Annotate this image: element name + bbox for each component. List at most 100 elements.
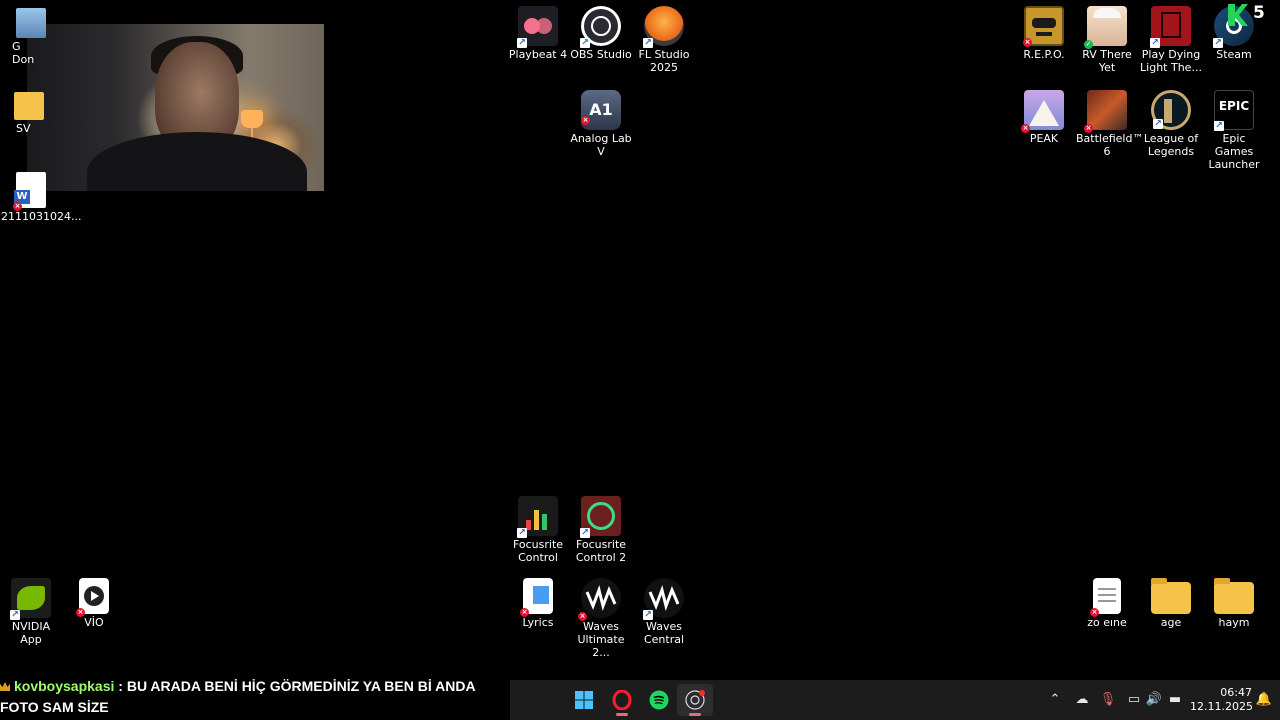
taskbar-app-obs[interactable] bbox=[677, 684, 713, 716]
desktop-icon-nvidia-app[interactable]: ↗ NVIDIA App bbox=[0, 574, 63, 646]
crown-icon bbox=[0, 682, 10, 691]
shortcut-arrow-icon: ↗ bbox=[580, 38, 590, 48]
word-document-icon: W × bbox=[13, 172, 46, 211]
shortcut-arrow-icon: ↗ bbox=[1213, 38, 1223, 48]
desktop-icon-label: Waves Ultimate 2... bbox=[577, 620, 625, 659]
battery-icon[interactable]: ▬ bbox=[1165, 690, 1185, 710]
league-of-legends-icon: ↗ bbox=[1151, 90, 1191, 130]
playbeat-icon: ↗ bbox=[517, 6, 558, 48]
chat-separator: : bbox=[114, 678, 127, 694]
battlefield-icon: × bbox=[1084, 90, 1127, 133]
stream-chat-overlay: kovboysapkasi : BU ARADA BENİ HİÇ GÖRMED… bbox=[0, 676, 508, 718]
desktop-icon-lyrics[interactable]: × Lyrics bbox=[506, 574, 570, 629]
desktop-icon-recycle-bin[interactable]: G Don bbox=[0, 4, 64, 66]
waves-icon: × bbox=[578, 578, 621, 621]
desktop-icon-fl-studio[interactable]: ↗ FL Studio 2025 bbox=[632, 2, 696, 74]
desktop-icon-focusrite-control-2[interactable]: ↗ Focusrite Control 2 bbox=[569, 492, 633, 564]
show-hidden-icons-chevron-up-icon[interactable]: ⌃ bbox=[1045, 690, 1065, 710]
desktop-icon-label: Battlefield™ 6 bbox=[1076, 132, 1144, 158]
viewer-count: 5 bbox=[1253, 3, 1265, 23]
desktop-icon-folder-age[interactable]: age bbox=[1139, 574, 1203, 629]
sync-error-icon: × bbox=[1084, 124, 1093, 133]
desktop-icon-sv[interactable]: SV bbox=[0, 88, 64, 135]
opera-icon bbox=[612, 690, 632, 710]
desktop-icon-label: SV bbox=[16, 122, 31, 135]
volume-icon[interactable]: 🔊 bbox=[1144, 690, 1164, 710]
fl-studio-icon: ↗ bbox=[643, 6, 684, 48]
desktop-icon-waves-ultimate[interactable]: × Waves Ultimate 2... bbox=[569, 574, 633, 659]
folder-icon bbox=[1151, 578, 1191, 614]
desktop-icon-label: age bbox=[1160, 616, 1182, 629]
shortcut-arrow-icon: ↗ bbox=[517, 528, 527, 538]
synced-check-icon: ✓ bbox=[1084, 40, 1093, 49]
desktop-icon-label: 2111031024... bbox=[1, 210, 82, 223]
taskbar-app-spotify[interactable] bbox=[641, 684, 677, 716]
desktop-icon-folder-haym[interactable]: haym bbox=[1202, 574, 1266, 629]
desktop-icon-league-of-legends[interactable]: ↗ League of Legends bbox=[1139, 86, 1203, 158]
running-indicator bbox=[689, 713, 701, 716]
sync-error-icon: × bbox=[76, 608, 85, 617]
sync-error-icon: × bbox=[13, 202, 22, 211]
shortcut-arrow-icon: ↗ bbox=[1214, 121, 1224, 131]
sync-error-icon: × bbox=[578, 612, 587, 621]
desktop-icon-label: Steam bbox=[1216, 48, 1252, 61]
desktop-icon-peak[interactable]: × PEAK bbox=[1012, 86, 1076, 145]
desktop-icon-battlefield[interactable]: × Battlefield™ 6 bbox=[1075, 86, 1144, 158]
microphone-icon[interactable]: 🎙 bbox=[1098, 690, 1118, 710]
recycle-bin-icon bbox=[16, 8, 46, 38]
desktop-icon-focusrite-control[interactable]: ↗ Focusrite Control bbox=[506, 492, 570, 564]
desktop-icon-label: PEAK bbox=[1029, 132, 1059, 145]
nvidia-icon: ↗ bbox=[10, 578, 51, 620]
desktop-icon-analog-lab[interactable]: A1 × Analog Lab V bbox=[569, 86, 633, 158]
word-document-icon: × bbox=[520, 578, 553, 617]
desktop-icon-zo-eine[interactable]: × zo eıne bbox=[1075, 574, 1139, 629]
shortcut-arrow-icon: ↗ bbox=[580, 528, 590, 538]
desktop-icon-label: OBS Studio bbox=[570, 48, 632, 61]
shortcut-arrow-icon: ↗ bbox=[643, 610, 653, 620]
onedrive-error-icon[interactable]: ☁ bbox=[1072, 690, 1092, 710]
desktop-icon-waves-central[interactable]: ↗ Waves Central bbox=[632, 574, 696, 646]
epic-games-icon: EPIC ↗ bbox=[1214, 90, 1254, 131]
desktop-icon-repo[interactable]: × R.E.P.O. bbox=[1012, 2, 1076, 61]
notifications-bell-icon[interactable]: 🔔 bbox=[1254, 690, 1274, 710]
clock-time: 06:47 bbox=[1220, 686, 1252, 699]
lamp-light bbox=[241, 110, 263, 128]
video-file-icon: × bbox=[76, 578, 109, 617]
desktop-icon-epic-games[interactable]: EPIC ↗ Epic Games Launcher bbox=[1202, 86, 1266, 171]
peak-game-icon: × bbox=[1021, 90, 1064, 133]
folder-icon bbox=[1214, 578, 1254, 614]
desktop-icon-label: Focusrite Control 2 bbox=[575, 538, 627, 564]
shortcut-arrow-icon: ↗ bbox=[643, 38, 653, 48]
taskbar-app-opera[interactable] bbox=[604, 684, 640, 716]
desktop-icon-document[interactable]: W × 2111031024... bbox=[0, 168, 82, 223]
repo-game-icon: × bbox=[1023, 6, 1064, 47]
focusrite-control-2-icon: ↗ bbox=[580, 496, 621, 538]
obs-icon bbox=[685, 690, 705, 710]
desktop-icon-rv-there-yet[interactable]: ✓ RV There Yet bbox=[1075, 2, 1139, 74]
desktop-icon-label: Focusrite Control bbox=[512, 538, 564, 564]
desktop-icon-label: Analog Lab V bbox=[570, 132, 632, 158]
desktop-icon-label: Epic Games Launcher bbox=[1208, 132, 1260, 171]
shortcut-arrow-icon: ↗ bbox=[517, 38, 527, 48]
desktop-icon-dying-light[interactable]: ↗ Play Dying Light The... bbox=[1139, 2, 1203, 74]
desktop-icon-playbeat[interactable]: ↗ Playbeat 4 bbox=[506, 2, 570, 61]
network-icon[interactable]: ▭ bbox=[1124, 690, 1144, 710]
sync-error-icon: × bbox=[581, 116, 590, 125]
desktop-icon-label: VİO bbox=[84, 616, 104, 629]
chat-username: kovboysapkasi bbox=[14, 678, 115, 694]
desktop-icon-label: R.E.P.O. bbox=[1023, 48, 1065, 61]
desktop-icon-label: G Don bbox=[12, 40, 35, 66]
text-file-icon: × bbox=[1090, 578, 1121, 617]
desktop-icon-vio[interactable]: × VİO bbox=[62, 574, 126, 629]
sync-error-icon: × bbox=[1023, 38, 1032, 47]
desktop-icon-label: Waves Central bbox=[643, 620, 685, 646]
desktop-icon-label: NVIDIA App bbox=[11, 620, 51, 646]
start-button[interactable] bbox=[566, 684, 602, 716]
shortcut-arrow-icon: ↗ bbox=[1150, 38, 1160, 48]
person-body bbox=[87, 132, 307, 191]
desktop-icon-obs[interactable]: ↗ OBS Studio bbox=[569, 2, 633, 61]
spotify-icon bbox=[649, 690, 669, 710]
clock[interactable]: 06:47 12.11.2025 bbox=[1190, 686, 1253, 714]
webcam-overlay bbox=[27, 24, 324, 191]
sync-error-icon: × bbox=[520, 608, 529, 617]
